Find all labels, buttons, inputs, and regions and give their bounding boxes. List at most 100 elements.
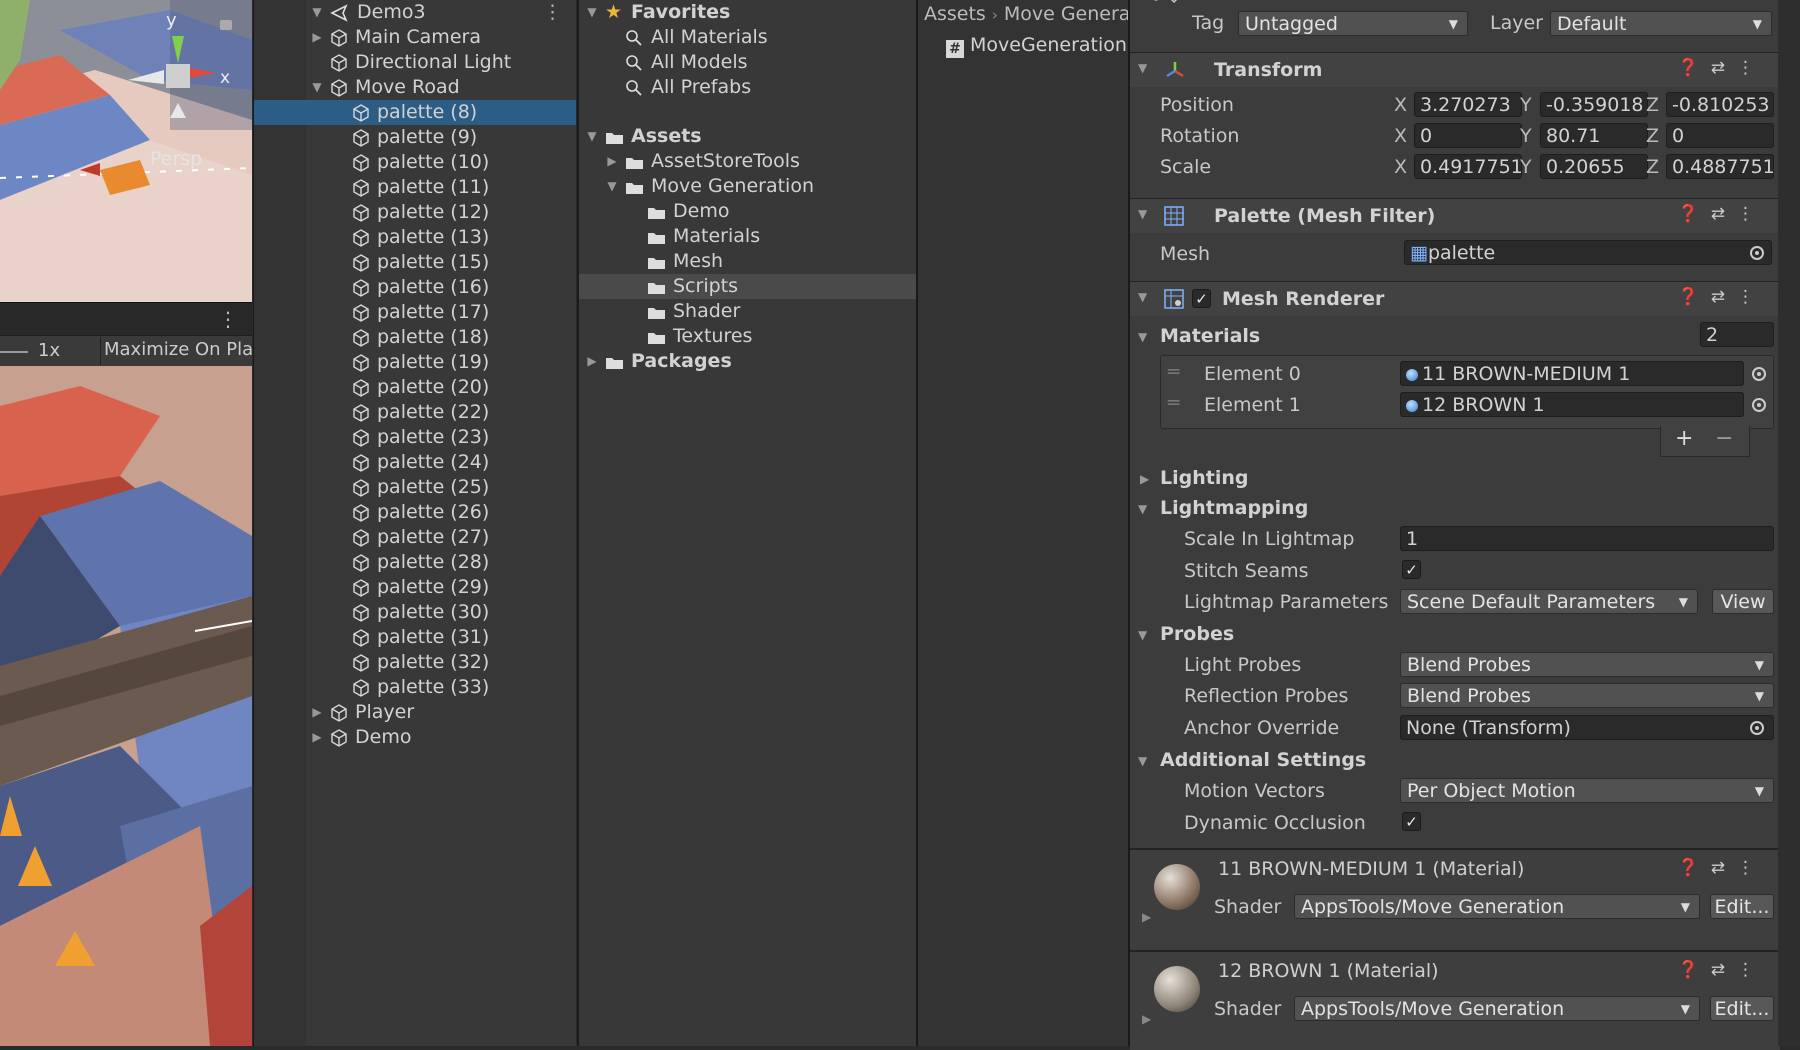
axis-y-label[interactable]: Y [1520,156,1532,178]
hierarchy-item[interactable]: palette (10) [254,150,576,175]
hierarchy-item[interactable]: palette (11) [254,175,576,200]
hierarchy-item[interactable]: palette (9) [254,125,576,150]
axis-y-label[interactable]: Y [1520,125,1532,147]
folder-move-generation[interactable]: ▼ Move Generation [579,174,916,199]
drag-handle-icon[interactable]: ═ [1168,361,1179,383]
hierarchy-item[interactable]: palette (32) [254,650,576,675]
dynamic-occlusion-checkbox[interactable]: ✓ [1402,812,1421,831]
hierarchy-item[interactable]: palette (30) [254,600,576,625]
hierarchy-item[interactable]: palette (27) [254,525,576,550]
collapse-icon[interactable]: ▼ [1138,628,1147,642]
axis-x-label[interactable]: X [1394,94,1407,116]
layer-dropdown[interactable]: Default ▼ [1550,11,1772,36]
expand-icon[interactable]: ▶ [1142,1012,1151,1026]
edit-shader-button[interactable]: Edit... [1710,996,1774,1021]
hierarchy-item[interactable]: palette (25) [254,475,576,500]
axis-y-label[interactable]: Y [1520,94,1532,116]
persp-label[interactable]: Persp [150,148,202,170]
subfolder-item[interactable]: Demo [579,199,916,224]
stitch-seams-checkbox[interactable]: ✓ [1402,560,1421,579]
scale-z-field[interactable]: 0.4887751 [1666,154,1774,179]
rotation-z-field[interactable]: 0 [1666,123,1774,148]
expand-icon[interactable]: ▶ [310,725,324,750]
hierarchy-item[interactable]: ▶ Main Camera [254,25,576,50]
folder-assetstoretools[interactable]: ▶ AssetStoreTools [579,149,916,174]
hierarchy-item[interactable]: palette (16) [254,275,576,300]
element-material-field[interactable]: 11 BROWN-MEDIUM 1 [1400,361,1744,386]
assets-row[interactable]: ▼ Assets [579,124,916,149]
view-button[interactable]: View [1712,589,1774,614]
hierarchy-item-selected[interactable]: palette (8) [254,100,576,125]
favorite-item[interactable]: All Models [579,50,916,75]
maximize-on-play-button[interactable]: Maximize On Pla [104,339,253,360]
reflection-probes-dropdown[interactable]: Blend Probes ▼ [1400,683,1774,708]
materials-count-field[interactable]: 2 [1700,322,1774,347]
light-probes-dropdown[interactable]: Blend Probes ▼ [1400,652,1774,677]
hierarchy-item[interactable]: Directional Light [254,50,576,75]
hierarchy-item[interactable]: palette (18) [254,325,576,350]
drag-handle-icon[interactable]: ═ [1168,392,1179,414]
component-header-icons[interactable]: ❓⇄⋮ [1678,858,1766,878]
collapse-icon[interactable]: ▼ [585,124,599,149]
subfolder-item[interactable]: Textures [579,324,916,349]
inspector-scrollbar[interactable] [1778,0,1800,1046]
lightmap-params-dropdown[interactable]: Scene Default Parameters ▼ [1400,589,1698,614]
lighting-label[interactable]: Lighting [1160,467,1248,489]
axis-x-label[interactable]: X [1394,125,1407,147]
additional-settings-label[interactable]: Additional Settings [1160,749,1366,771]
collapse-icon[interactable]: ▼ [310,75,324,100]
mesh-field[interactable]: ▦palette [1404,240,1772,265]
axis-z-label[interactable]: Z [1646,156,1659,178]
collapse-icon[interactable]: ▼ [1138,290,1147,304]
position-x-field[interactable]: 3.270273 [1414,92,1522,117]
shader-dropdown[interactable]: AppsTools/Move Generation ▼ [1294,996,1700,1021]
mesh-renderer-enabled-checkbox[interactable]: ✓ [1192,289,1211,308]
scale-slider[interactable] [0,351,28,353]
mesh-filter-header[interactable]: ▼ Palette (Mesh Filter) ❓⇄⋮ [1130,198,1780,233]
hierarchy-item[interactable]: palette (26) [254,500,576,525]
collapse-icon[interactable]: ▼ [1138,61,1147,75]
axis-x-label[interactable]: X [1394,156,1407,178]
mesh-renderer-header[interactable]: ▼ ✓ Mesh Renderer ❓⇄⋮ [1130,281,1780,316]
hierarchy-item[interactable]: palette (13) [254,225,576,250]
hierarchy-item[interactable]: palette (31) [254,625,576,650]
favorite-item[interactable]: All Materials [579,25,916,50]
expand-icon[interactable]: ▶ [605,149,619,174]
transform-header[interactable]: ▼ Transform ❓⇄⋮ [1130,52,1780,87]
motion-vectors-dropdown[interactable]: Per Object Motion ▼ [1400,778,1774,803]
collapse-icon[interactable]: ▼ [1138,330,1147,344]
expand-icon[interactable]: ▶ [310,25,324,50]
object-picker-icon[interactable] [1752,398,1766,412]
scene-menu-icon[interactable]: ⋮ [543,0,562,25]
shader-dropdown[interactable]: AppsTools/Move Generation ▼ [1294,894,1700,919]
axis-z-label[interactable]: Z [1646,125,1659,147]
rotation-y-field[interactable]: 80.71 [1540,123,1648,148]
remove-element-button[interactable]: − [1715,426,1733,451]
element-material-field[interactable]: 12 BROWN 1 [1400,392,1744,417]
add-element-button[interactable]: + [1675,426,1693,451]
hierarchy-item[interactable]: palette (33) [254,675,576,700]
breadcrumb-assets[interactable]: Assets [924,3,986,25]
collapse-icon[interactable]: ▼ [1138,754,1147,768]
scene-view[interactable]: y x Persp [0,0,252,302]
collapse-icon[interactable]: ▼ [1138,502,1147,516]
scene-gizmo[interactable]: y x [128,10,230,128]
breadcrumb-move-generation[interactable]: Move Genera [1004,3,1131,25]
favorites-row[interactable]: ▼ ★ Favorites [579,0,916,25]
hierarchy-item[interactable]: palette (28) [254,550,576,575]
hierarchy-item[interactable]: palette (19) [254,350,576,375]
hierarchy-item[interactable]: palette (17) [254,300,576,325]
tag-dropdown[interactable]: Untagged ▼ [1238,11,1468,36]
packages-row[interactable]: ▶ Packages [579,349,916,374]
component-header-icons[interactable]: ❓⇄⋮ [1678,960,1766,980]
collapse-icon[interactable]: ▼ [310,0,324,25]
object-picker-icon[interactable] [1750,721,1764,735]
more-options-icon[interactable]: ⋮ [218,307,238,331]
expand-icon[interactable]: ▶ [1142,910,1151,924]
hierarchy-item[interactable]: palette (29) [254,575,576,600]
hierarchy-item[interactable]: palette (12) [254,200,576,225]
hierarchy-item[interactable]: palette (15) [254,250,576,275]
scale-y-field[interactable]: 0.20655 [1540,154,1648,179]
hierarchy-item[interactable]: ▼ Move Road [254,75,576,100]
component-header-icons[interactable]: ❓⇄⋮ [1678,287,1766,307]
